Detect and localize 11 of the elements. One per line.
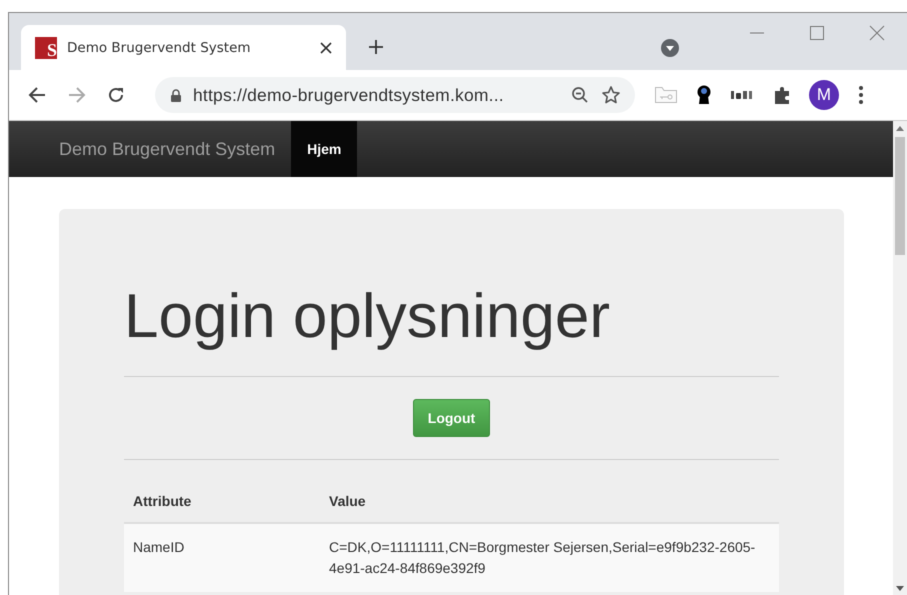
browser-tab[interactable]: S Demo Brugervendt System (21, 25, 346, 70)
nav-link[interactable]: Hjem (291, 121, 358, 177)
site-brand[interactable]: Demo Brugervendt System (59, 121, 292, 177)
table-cell: C=DK,O=11111111,CN=Borgmester Sejersen,Serial=e9f9b232-2605-4e91-ac24-84f869e392f9 (320, 523, 779, 592)
profile-avatar[interactable]: M (809, 80, 839, 110)
url-text: https://demo-brugervendtsystem.kom... (193, 84, 505, 106)
table-cell: NameID (124, 523, 320, 592)
address-bar[interactable]: https://demo-brugervendtsystem.kom... (155, 77, 635, 113)
tab-title: Demo Brugervendt System (67, 40, 252, 56)
favicon: S (35, 36, 57, 58)
page-heading: Login oplysninger (124, 281, 612, 352)
